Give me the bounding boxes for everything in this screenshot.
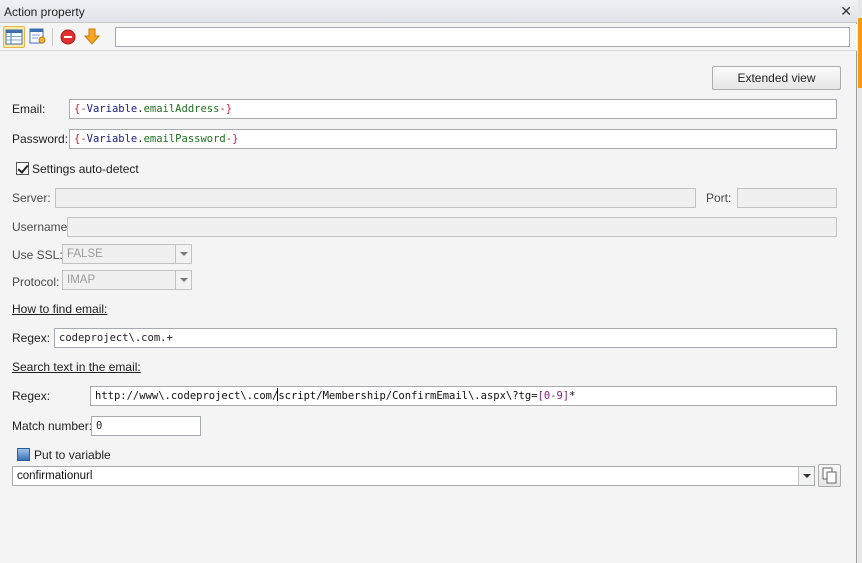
- toolbar: [0, 24, 857, 51]
- window-title: Action property: [4, 5, 85, 19]
- use-ssl-select[interactable]: FALSE: [62, 244, 192, 264]
- move-down-button[interactable]: [82, 26, 104, 48]
- put-to-variable-select[interactable]: confirmationurl: [12, 466, 815, 486]
- username-field[interactable]: [67, 217, 837, 237]
- copy-variable-button[interactable]: [818, 464, 841, 487]
- variable-icon: [17, 448, 30, 461]
- edit-script-button[interactable]: [27, 26, 49, 48]
- server-label: Server:: [12, 191, 51, 205]
- accent-strip: [858, 18, 862, 88]
- settings-autodetect-label: Settings auto-detect: [32, 162, 139, 176]
- email-token-close: -}: [219, 103, 233, 115]
- put-to-variable-value: confirmationurl: [17, 470, 93, 482]
- extended-view-button[interactable]: Extended view: [712, 66, 841, 90]
- stop-button[interactable]: [58, 26, 80, 48]
- server-field[interactable]: [55, 188, 696, 208]
- chevron-down-icon[interactable]: [175, 245, 191, 263]
- email-token-variable: Variable: [86, 103, 138, 115]
- protocol-value: IMAP: [67, 274, 96, 286]
- arrow-down-icon: [83, 28, 101, 45]
- email-label: Email:: [12, 102, 46, 116]
- property-grid-button[interactable]: [3, 26, 25, 48]
- stop-icon: [60, 29, 76, 45]
- search-regex-part-3: [0-9]: [537, 390, 570, 402]
- settings-autodetect-checkbox[interactable]: [16, 162, 29, 175]
- toolbar-separator: [52, 28, 53, 46]
- password-label: Password:: [12, 132, 69, 146]
- chevron-down-icon[interactable]: [798, 467, 814, 485]
- action-property-window: Action property ✕ Extended view Email: {…: [0, 0, 857, 563]
- port-field[interactable]: [737, 188, 837, 208]
- protocol-select[interactable]: IMAP: [62, 270, 192, 290]
- search-regex-label: Regex:: [12, 389, 51, 403]
- match-number-label: Match number:: [12, 419, 93, 433]
- password-field[interactable]: {-Variable.emailPassword-}: [69, 129, 837, 149]
- port-label: Port:: [706, 191, 732, 205]
- username-label: Username: [12, 220, 68, 234]
- email-token-open: {-: [74, 103, 87, 115]
- toolbar-search-input[interactable]: [115, 27, 850, 47]
- close-icon[interactable]: ✕: [840, 3, 852, 20]
- property-grid-icon: [5, 29, 23, 45]
- email-field[interactable]: {-Variable.emailAddress-}: [69, 99, 837, 119]
- search-regex-part-1: http://www\.codeproject\.com/: [95, 390, 279, 402]
- search-text-heading: Search text in the email:: [12, 360, 141, 374]
- how-to-find-heading: How to find email:: [12, 302, 108, 316]
- search-regex-part-2: script/Membership/ConfirmEmail\.aspx\?tg…: [278, 390, 538, 402]
- edit-script-icon: [29, 28, 46, 44]
- use-ssl-value: FALSE: [67, 248, 103, 260]
- password-token-variable: Variable: [86, 133, 138, 145]
- protocol-label: Protocol:: [12, 275, 60, 289]
- password-token-close: -}: [225, 133, 239, 145]
- put-to-variable-label: Put to variable: [34, 448, 111, 462]
- use-ssl-label: Use SSL:: [12, 248, 63, 262]
- email-token-property: emailAddress: [143, 103, 220, 115]
- match-number-field[interactable]: 0: [91, 416, 201, 436]
- background-window-edge: [858, 0, 862, 563]
- password-token-property: emailPassword: [143, 133, 226, 145]
- password-token-open: {-: [74, 133, 87, 145]
- chevron-down-icon[interactable]: [175, 271, 191, 289]
- title-bar: Action property ✕: [0, 0, 857, 23]
- find-regex-label: Regex:: [12, 331, 51, 345]
- search-regex-field[interactable]: http://www\.codeproject\.com/script/Memb…: [90, 386, 837, 406]
- search-regex-part-4: *: [569, 390, 576, 402]
- copy-icon: [822, 467, 837, 484]
- find-regex-field[interactable]: codeproject\.com.+: [54, 328, 837, 348]
